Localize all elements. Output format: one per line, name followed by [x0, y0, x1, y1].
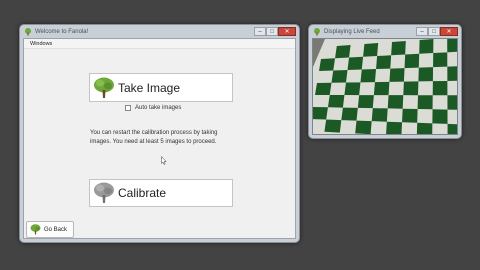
go-back-button[interactable]: Go Back	[26, 221, 74, 238]
checker-square	[319, 58, 336, 71]
feed-close-button[interactable]: ✕	[440, 27, 458, 36]
live-feed-view	[312, 38, 458, 135]
checker-square	[387, 95, 404, 109]
welcome-titlebar[interactable]: Welcome to Fanola! – □ ✕	[20, 25, 299, 38]
checkerboard-image	[313, 39, 457, 134]
checker-square	[324, 119, 342, 133]
checker-square	[386, 121, 403, 134]
feed-window-controls: – □ ✕	[416, 27, 458, 36]
checker-square	[447, 95, 457, 110]
calibration-info-text: You can restart the calibration process …	[90, 130, 218, 145]
checker-square	[371, 108, 388, 122]
checker-square	[357, 95, 374, 109]
checker-square	[341, 107, 358, 121]
checker-square	[432, 80, 448, 96]
checker-square	[447, 39, 457, 53]
take-image-label: Take Image	[118, 80, 181, 95]
checker-square	[418, 67, 434, 82]
calibrate-button[interactable]: Calibrate	[89, 179, 233, 207]
feed-minimize-button[interactable]: –	[416, 27, 428, 36]
tree-icon-gray	[94, 182, 114, 203]
checker-square	[315, 82, 332, 96]
feed-window-title: Displaying Live Feed	[324, 28, 380, 35]
checker-square	[344, 82, 361, 96]
checker-square	[447, 123, 457, 134]
auto-take-label: Auto take images	[135, 105, 182, 111]
checker-square	[402, 108, 418, 123]
mouse-cursor-icon	[161, 156, 167, 165]
checker-square	[447, 66, 457, 81]
checker-square	[373, 81, 390, 96]
calibrate-label: Calibrate	[118, 186, 167, 200]
auto-take-checkbox[interactable]	[125, 105, 131, 111]
tree-icon	[30, 224, 41, 235]
checker-square	[403, 81, 419, 96]
checker-square	[331, 70, 348, 83]
menu-bar: Windows	[24, 39, 295, 49]
checker-square	[347, 56, 364, 71]
live-feed-window: Displaying Live Feed – □ ✕	[308, 24, 462, 139]
checker-square	[376, 55, 392, 70]
welcome-window-title: Welcome to Fanola!	[35, 28, 89, 35]
close-button[interactable]: ✕	[278, 27, 296, 36]
maximize-button[interactable]: □	[266, 27, 278, 36]
auto-take-row: Auto take images	[125, 105, 181, 111]
checker-square	[363, 43, 379, 57]
checker-square	[327, 95, 345, 108]
feed-maximize-button[interactable]: □	[428, 27, 440, 36]
welcome-client-area: Windows Take Image Auto take images You …	[23, 38, 296, 239]
app-tree-icon	[313, 27, 321, 36]
checker-square	[391, 41, 406, 56]
checker-square	[417, 95, 433, 110]
checker-square	[416, 122, 433, 134]
feed-titlebar[interactable]: Displaying Live Feed – □ ✕	[309, 25, 461, 38]
checker-square	[404, 53, 420, 69]
checker-square	[432, 109, 448, 124]
minimize-button[interactable]: –	[254, 27, 266, 36]
welcome-window: Welcome to Fanola! – □ ✕ Windows Take Im…	[19, 24, 300, 243]
go-back-label: Go Back	[44, 226, 68, 233]
take-image-button[interactable]: Take Image	[89, 73, 233, 102]
checker-square	[433, 52, 448, 68]
checker-square	[355, 120, 372, 134]
menu-windows[interactable]: Windows	[24, 41, 52, 47]
checker-square	[360, 69, 377, 83]
checker-square	[335, 45, 351, 59]
checker-square	[419, 39, 434, 54]
checker-square	[313, 107, 328, 120]
window-controls: – □ ✕	[254, 27, 296, 36]
app-tree-icon	[24, 27, 32, 36]
tree-icon	[94, 77, 114, 98]
checker-square	[389, 68, 405, 82]
